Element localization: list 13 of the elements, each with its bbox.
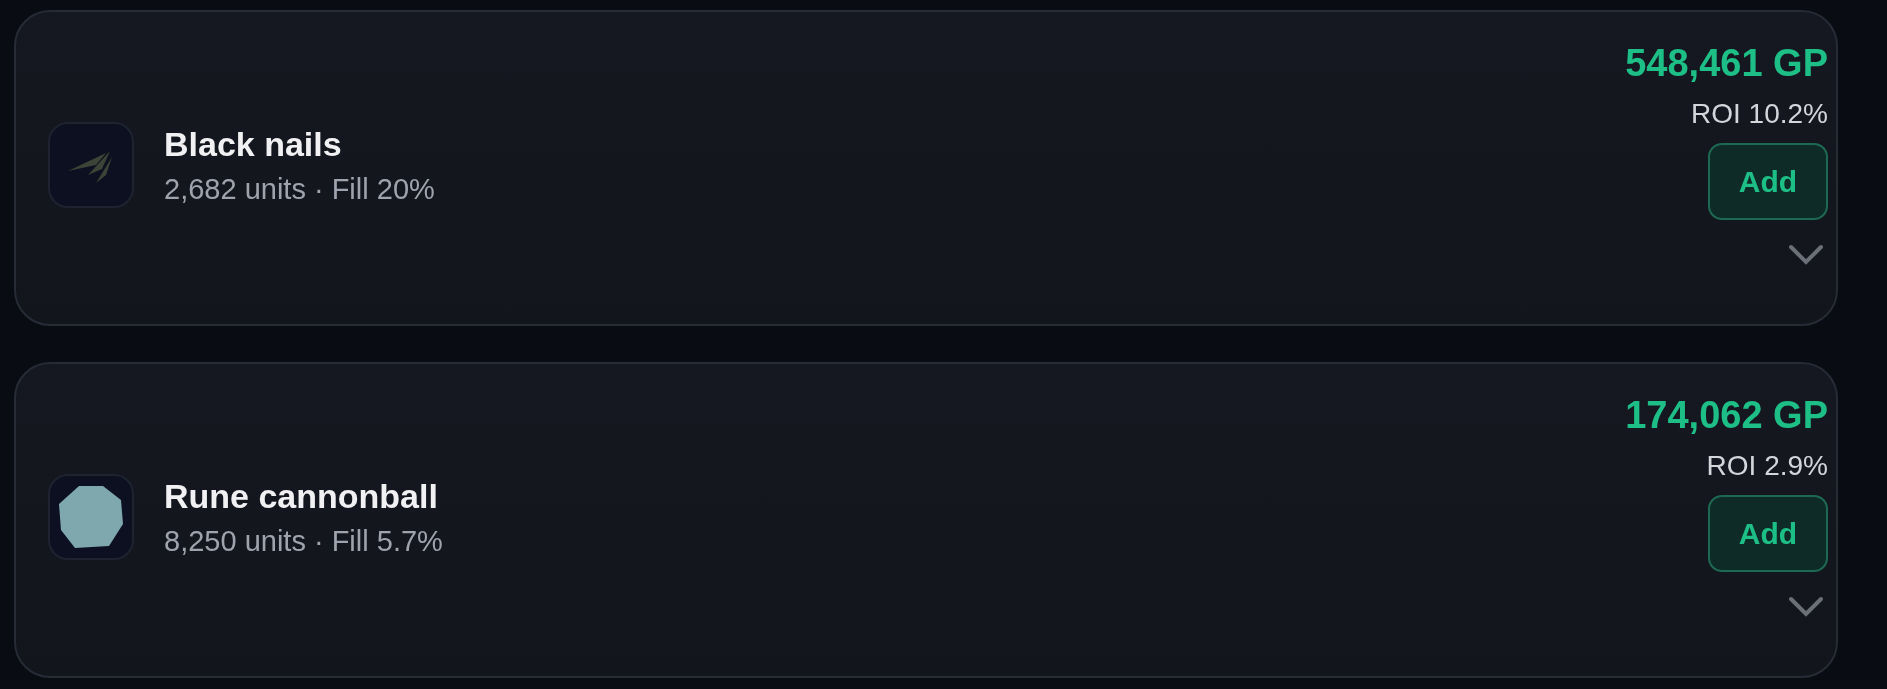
roi-value: ROI 10.2% — [1691, 96, 1828, 131]
roi-value: ROI 2.9% — [1706, 448, 1828, 483]
add-button[interactable]: Add — [1708, 494, 1828, 572]
chevron-down-icon[interactable] — [1788, 243, 1824, 266]
chevron-down-icon[interactable] — [1788, 595, 1824, 618]
item-name: Rune cannonball — [164, 475, 439, 517]
item-details: 8,250 units · Fill 5.7% — [164, 524, 443, 560]
cannonball-icon — [57, 484, 125, 550]
profit-value: 548,461 GP — [1625, 41, 1828, 86]
add-button[interactable]: Add — [1708, 142, 1828, 220]
item-name: Black nails — [164, 123, 343, 165]
profit-value: 174,062 GP — [1625, 393, 1828, 438]
item-details: 2,682 units · Fill 20% — [164, 172, 435, 208]
